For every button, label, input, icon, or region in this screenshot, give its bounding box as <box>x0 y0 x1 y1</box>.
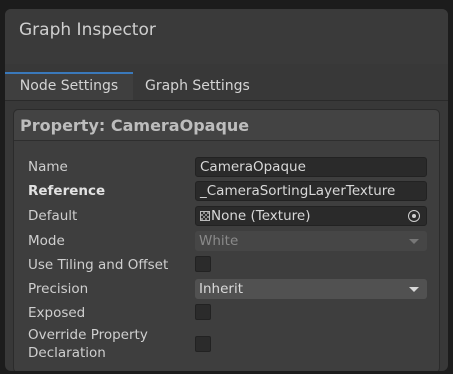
exposed-row: Exposed <box>14 302 439 324</box>
tab-bar: Node Settings Graph Settings <box>5 72 448 101</box>
name-label: Name <box>28 159 68 175</box>
reference-row: Reference _CameraSortingLayerTexture <box>14 180 439 202</box>
exposed-label: Exposed <box>28 305 86 321</box>
title-bar[interactable]: Graph Inspector <box>5 9 448 64</box>
mode-dropdown: White <box>195 231 427 251</box>
default-row: Default None (Texture) <box>14 205 439 227</box>
graph-inspector-panel: Graph Inspector Node Settings Graph Sett… <box>5 9 448 371</box>
use-tiling-row: Use Tiling and Offset <box>14 254 439 276</box>
mode-row: Mode White <box>14 230 439 252</box>
reference-label: Reference <box>28 183 106 199</box>
override-label-line2: Declaration <box>28 345 106 361</box>
override-checkbox[interactable] <box>195 336 211 352</box>
precision-dropdown[interactable]: Inherit <box>195 279 427 299</box>
property-header[interactable]: Property: CameraOpaque <box>14 110 439 141</box>
object-picker-icon[interactable] <box>408 210 420 222</box>
mode-value: White <box>199 233 239 249</box>
chevron-down-icon <box>409 239 419 244</box>
window-title: Graph Inspector <box>19 20 156 40</box>
use-tiling-checkbox[interactable] <box>195 256 211 272</box>
default-label: Default <box>28 208 78 224</box>
property-title: Property: CameraOpaque <box>20 116 250 135</box>
property-section: Property: CameraOpaque Name CameraOpaque… <box>13 109 440 371</box>
tab-node-settings[interactable]: Node Settings <box>5 72 133 100</box>
default-value: None (Texture) <box>211 208 311 224</box>
tab-graph-settings[interactable]: Graph Settings <box>145 72 250 100</box>
precision-row: Precision Inherit <box>14 278 439 300</box>
override-row: Override Property Declaration <box>14 326 439 366</box>
mode-label: Mode <box>28 233 65 249</box>
name-row: Name CameraOpaque <box>14 156 439 178</box>
use-tiling-label: Use Tiling and Offset <box>28 257 169 273</box>
texture-icon <box>200 211 210 221</box>
override-label-line1: Override Property <box>28 327 148 343</box>
precision-value: Inherit <box>199 281 243 297</box>
chevron-down-icon <box>409 287 419 292</box>
reference-field[interactable]: _CameraSortingLayerTexture <box>195 181 427 201</box>
name-field[interactable]: CameraOpaque <box>195 157 427 177</box>
default-texture-field[interactable]: None (Texture) <box>195 206 427 226</box>
exposed-checkbox[interactable] <box>195 304 211 320</box>
override-label: Override Property Declaration <box>28 326 148 362</box>
precision-label: Precision <box>28 281 89 297</box>
